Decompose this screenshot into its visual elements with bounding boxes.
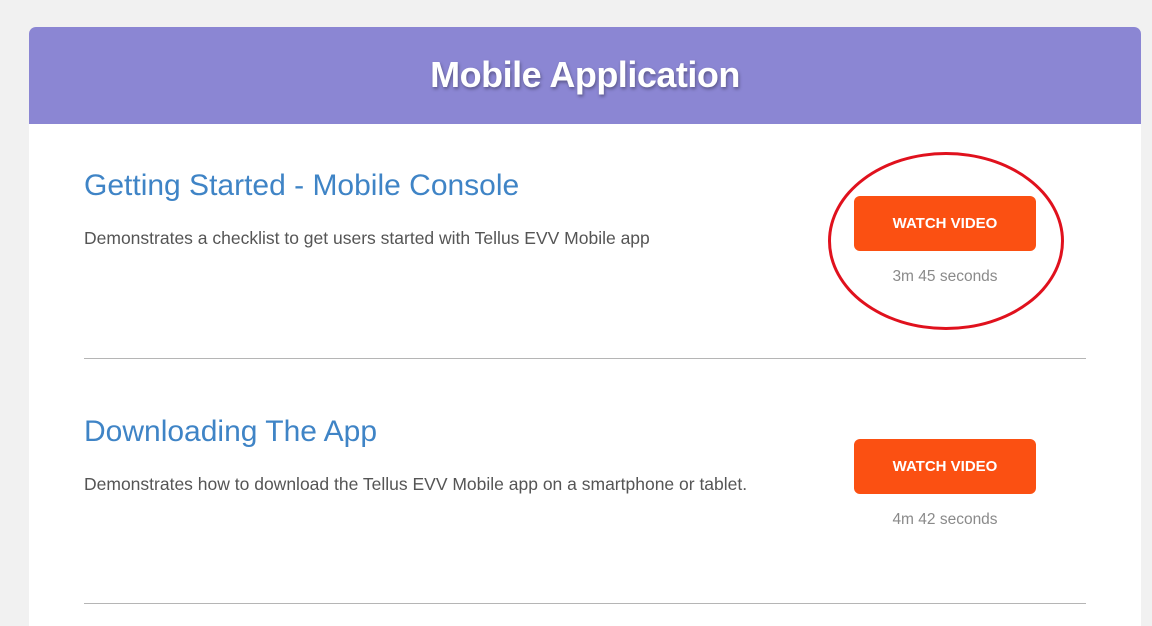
watch-column: WATCH VIDEO 4m 42 seconds	[854, 439, 1036, 529]
video-duration: 4m 42 seconds	[892, 511, 998, 528]
video-duration: 3m 45 seconds	[892, 268, 998, 285]
video-title-link[interactable]: Getting Started - Mobile Console	[84, 169, 519, 202]
video-item: Getting Started - Mobile Console Demonst…	[84, 166, 1086, 285]
divider	[84, 603, 1086, 604]
watch-video-button[interactable]: WATCH VIDEO	[854, 439, 1036, 494]
section-title: Mobile Application	[430, 53, 740, 95]
video-description: Demonstrates a checklist to get users st…	[84, 228, 650, 248]
watch-video-button[interactable]: WATCH VIDEO	[854, 196, 1036, 251]
divider	[84, 358, 1086, 359]
video-description: Demonstrates how to download the Tellus …	[84, 474, 748, 494]
mobile-application-card: Mobile Application Getting Started - Mob…	[29, 27, 1141, 626]
video-item: Downloading The App Demonstrates how to …	[84, 412, 1086, 528]
page: Mobile Application Getting Started - Mob…	[0, 0, 1152, 626]
section-header: Mobile Application	[29, 27, 1141, 124]
watch-column: WATCH VIDEO 3m 45 seconds	[854, 196, 1036, 286]
video-title-link[interactable]: Downloading The App	[84, 415, 377, 448]
